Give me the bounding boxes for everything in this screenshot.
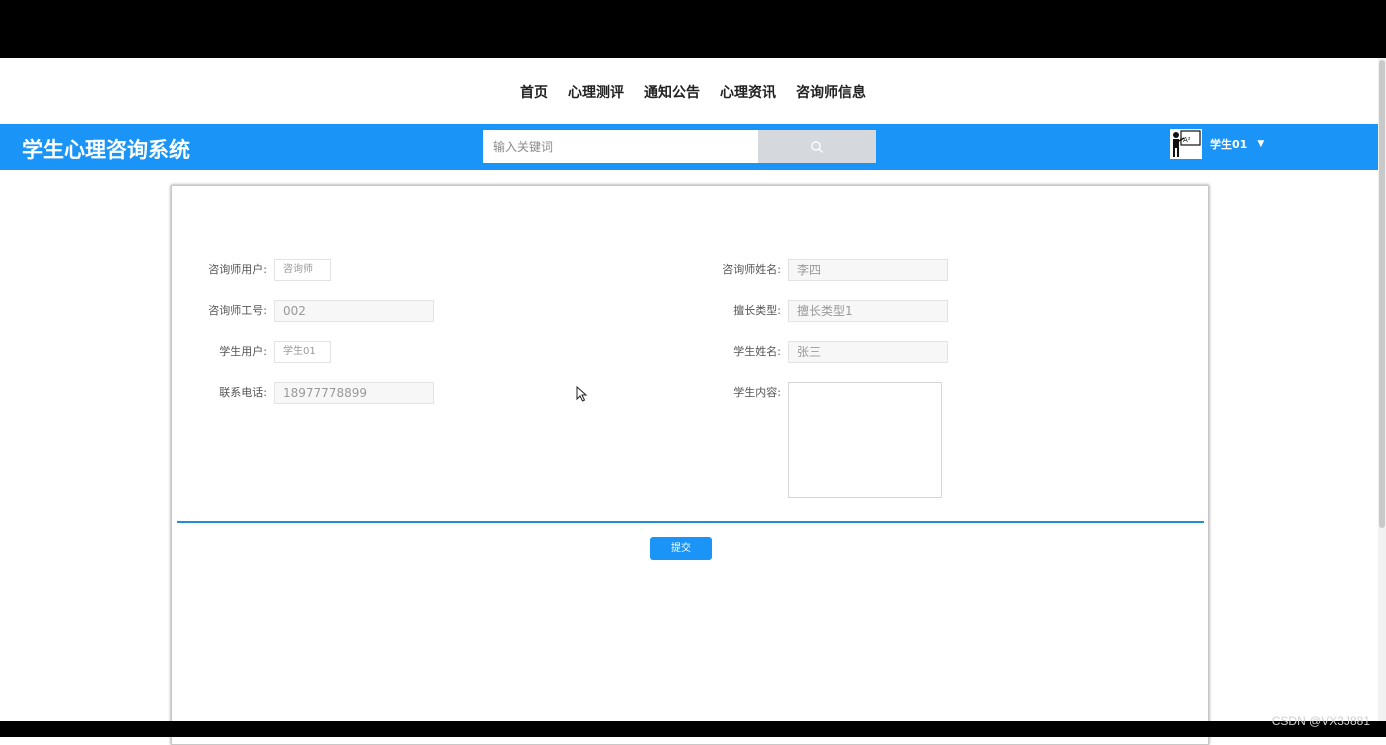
content-textarea[interactable] <box>788 382 942 498</box>
specialty-label: 擅长类型: <box>733 304 781 317</box>
counselor-user-field[interactable]: 咨询师 <box>274 259 331 281</box>
content-label: 学生内容: <box>733 386 781 399</box>
phone-label: 联系电话: <box>219 386 267 399</box>
user-menu[interactable]: A² 学生01 ▼ <box>1170 129 1264 159</box>
counselor-id-field[interactable]: 002 <box>274 300 434 322</box>
submit-button[interactable]: 提交 <box>650 537 712 560</box>
user-name: 学生01 <box>1210 138 1248 151</box>
counselor-name-label: 咨询师姓名: <box>722 263 781 276</box>
watermark: CSDN @VX3J881 <box>1271 714 1370 728</box>
site-title: 学生心理咨询系统 <box>22 138 190 162</box>
top-nav: 首页 心理测评 通知公告 心理资讯 咨询师信息 <box>0 58 1378 124</box>
student-name-field[interactable]: 张三 <box>788 341 948 363</box>
form-divider <box>177 521 1204 523</box>
top-black-bar <box>0 0 1386 58</box>
page-scrollbar[interactable] <box>1378 58 1386 721</box>
search-input[interactable] <box>483 130 758 163</box>
bottom-black-bar <box>0 721 1386 737</box>
nav-item-notices[interactable]: 通知公告 <box>644 82 700 102</box>
student-user-field[interactable]: 学生01 <box>274 341 331 363</box>
counselor-id-label: 咨询师工号: <box>208 304 267 317</box>
nav-item-counselors[interactable]: 咨询师信息 <box>796 82 866 102</box>
nav-item-news[interactable]: 心理资讯 <box>720 82 776 102</box>
nav-menu: 首页 心理测评 通知公告 心理资讯 咨询师信息 <box>520 82 866 102</box>
search-button[interactable] <box>758 130 876 163</box>
counselor-user-label: 咨询师用户: <box>208 263 267 276</box>
phone-field[interactable]: 18977778899 <box>274 382 434 404</box>
specialty-field[interactable]: 擅长类型1 <box>788 300 948 322</box>
student-user-label: 学生用户: <box>219 345 267 358</box>
header-bar: 学生心理咨询系统 A² 学生01 ▼ <box>0 124 1378 170</box>
counselor-name-field[interactable]: 李四 <box>788 259 948 281</box>
mouse-cursor-icon <box>576 386 588 402</box>
search-icon <box>811 140 823 153</box>
student-name-label: 学生姓名: <box>733 345 781 358</box>
nav-item-assessment[interactable]: 心理测评 <box>568 82 624 102</box>
nav-item-home[interactable]: 首页 <box>520 82 548 102</box>
avatar: A² <box>1170 129 1202 159</box>
svg-text:A²: A² <box>1183 136 1191 144</box>
appointment-form-card: 咨询师用户: 咨询师 咨询师工号: 002 学生用户: 学生01 联系电话: 1… <box>171 185 1209 745</box>
chevron-down-icon: ▼ <box>1257 139 1265 149</box>
scrollbar-thumb[interactable] <box>1379 60 1385 528</box>
